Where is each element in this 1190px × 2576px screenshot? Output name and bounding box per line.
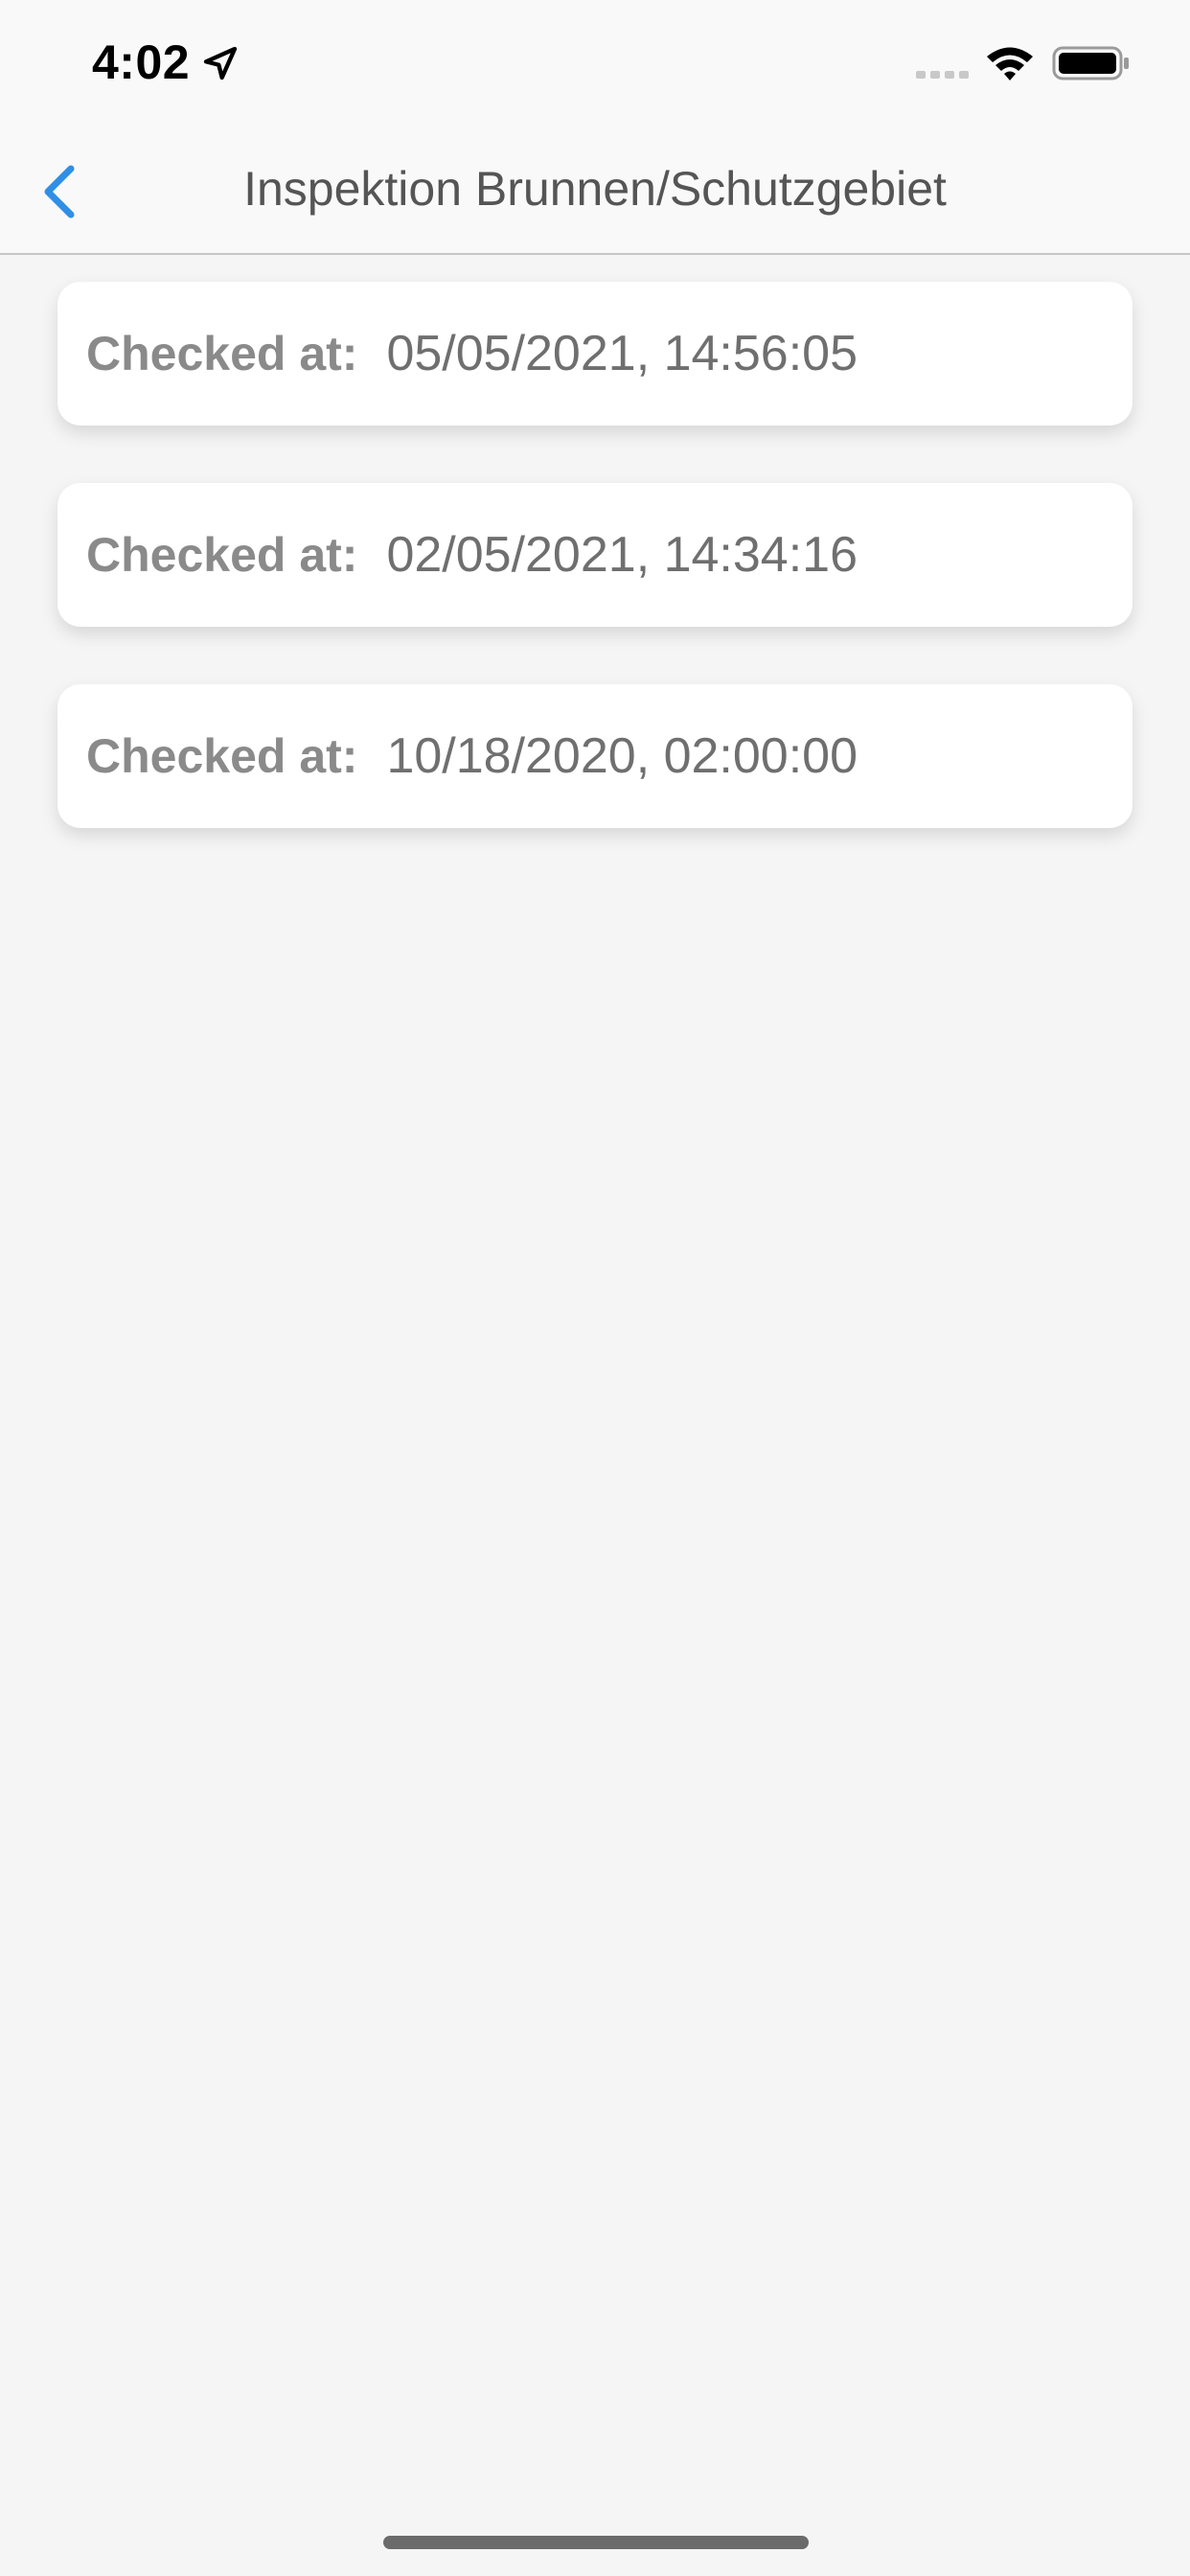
- checked-at-value: 02/05/2021, 14:34:16: [386, 527, 858, 583]
- page-title: Inspektion Brunnen/Schutzgebiet: [243, 162, 947, 216]
- checked-at-value: 05/05/2021, 14:56:05: [386, 326, 858, 381]
- list-item[interactable]: Checked at: 05/05/2021, 14:56:05: [57, 282, 1133, 426]
- navigation-bar: Inspektion Brunnen/Schutzgebiet: [0, 126, 1190, 255]
- list-item[interactable]: Checked at: 10/18/2020, 02:00:00: [57, 684, 1133, 828]
- cellular-signal-icon: [916, 71, 969, 79]
- status-bar: 4:02: [0, 0, 1190, 126]
- checked-at-value: 10/18/2020, 02:00:00: [386, 728, 858, 784]
- battery-icon: [1052, 46, 1129, 80]
- location-arrow-icon: [203, 46, 238, 80]
- status-time: 4:02: [92, 35, 191, 89]
- checked-at-label: Checked at:: [86, 729, 358, 783]
- checked-at-label: Checked at:: [86, 528, 358, 582]
- home-indicator[interactable]: [383, 2536, 809, 2549]
- list-item[interactable]: Checked at: 02/05/2021, 14:34:16: [57, 483, 1133, 627]
- wifi-icon: [987, 47, 1033, 80]
- checked-at-label: Checked at:: [86, 327, 358, 380]
- inspection-list: Checked at: 05/05/2021, 14:56:05 Checked…: [57, 282, 1133, 886]
